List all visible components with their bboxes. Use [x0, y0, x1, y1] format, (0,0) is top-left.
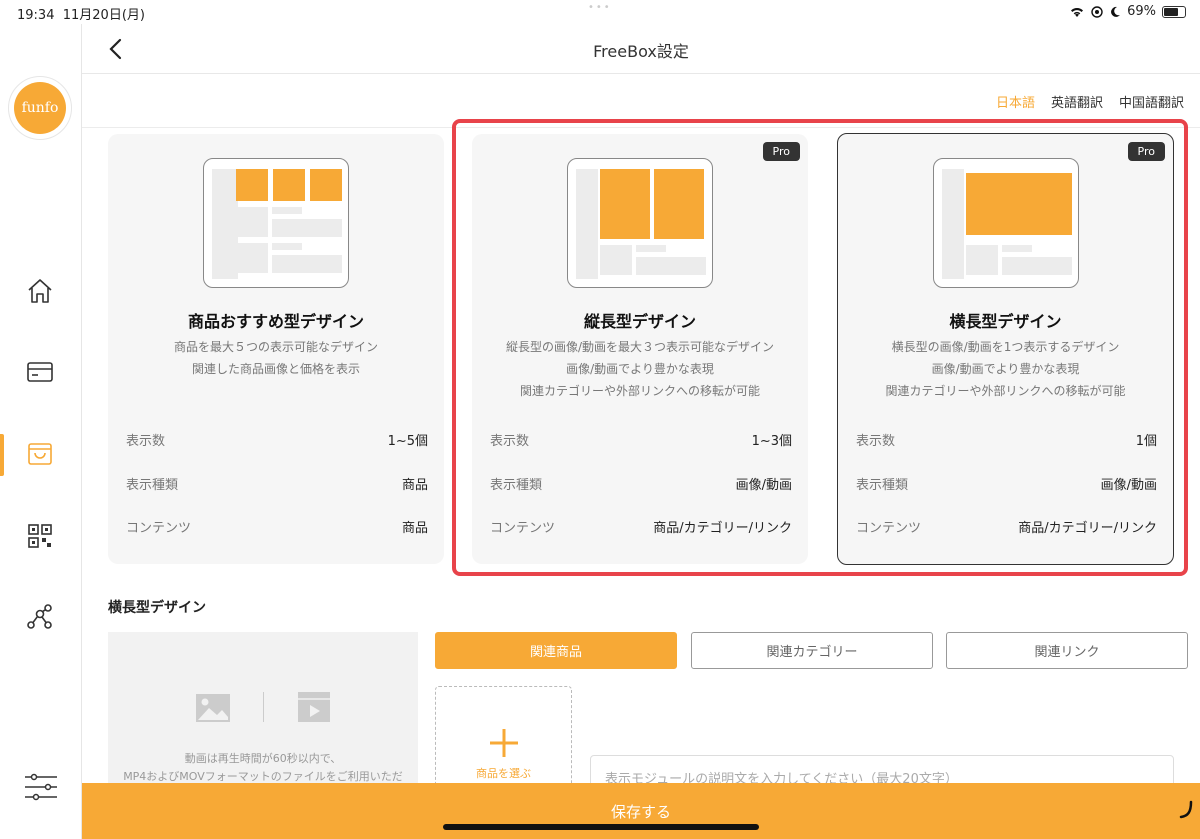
- image-icon: [196, 694, 230, 722]
- card-description: 商品を最大５つの表示可能なデザイン 関連した商品画像と価格を表示: [108, 336, 444, 380]
- card-title: 商品おすすめ型デザイン: [187, 312, 364, 331]
- card-icon: [27, 362, 53, 382]
- sidebar-item-qrcode[interactable]: [25, 521, 55, 551]
- home-icon: [28, 279, 52, 303]
- header: FreeBox設定: [82, 24, 1200, 74]
- video-icon: [298, 692, 330, 722]
- media-notes: 動画は再生時間が60秒以内で、 MP4およびMOVフォーマットのファイルをご利用…: [108, 750, 418, 786]
- corner-stylus-icon: [1179, 800, 1193, 819]
- sliders-icon: [25, 773, 57, 801]
- multitask-dots[interactable]: •••: [588, 2, 612, 13]
- sidebar-item-card[interactable]: [25, 357, 55, 387]
- spec-value: 商品: [401, 521, 428, 536]
- spec-key: 表示数: [126, 434, 166, 449]
- sidebar-item-settings[interactable]: [24, 772, 58, 802]
- sidebar-item-home[interactable]: [25, 276, 55, 306]
- media-divider: [263, 692, 264, 722]
- status-time-date: 19:34 11月20日(月): [17, 8, 145, 23]
- battery-level: [1164, 7, 1178, 16]
- save-button[interactable]: 保存する: [82, 783, 1200, 839]
- tab-japanese[interactable]: 日本語: [995, 92, 1035, 122]
- spec-row-type: 表示種類 商品: [126, 474, 428, 493]
- tab-chinese[interactable]: 中国語翻訳: [1119, 92, 1184, 111]
- spec-row-content: コンテンツ 商品: [126, 517, 428, 536]
- tab-related-categories[interactable]: 関連カテゴリー: [691, 632, 933, 669]
- media-upload-area[interactable]: 動画は再生時間が60秒以内で、 MP4およびMOVフォーマットのファイルをご利用…: [108, 632, 418, 787]
- card-desc-line: 商品を最大５つの表示可能なデザイン: [173, 340, 378, 354]
- select-product-button[interactable]: 商品を選ぶ: [435, 686, 572, 796]
- wifi-icon: [1071, 7, 1084, 17]
- section-title: 横長型デザイン: [108, 600, 206, 616]
- recommend-layout-illustration: [203, 158, 349, 288]
- spec-row-count: 表示数 1~5個: [126, 430, 428, 449]
- network-icon: [27, 604, 52, 629]
- battery-percent: 69%: [1127, 4, 1156, 19]
- sidebar-active-indicator: [0, 434, 4, 476]
- tab-english[interactable]: 英語翻訳: [1051, 92, 1103, 111]
- spec-key: 表示種類: [126, 478, 179, 493]
- design-card-recommend[interactable]: 商品おすすめ型デザイン 商品を最大５つの表示可能なデザイン 関連した商品画像と価…: [108, 134, 444, 564]
- plus-icon: [490, 729, 518, 757]
- moon-icon: [1111, 6, 1121, 17]
- location-icon: [1091, 5, 1103, 18]
- battery-icon: [1162, 5, 1186, 18]
- select-product-label: 商品を選ぶ: [476, 767, 531, 780]
- status-bar: 19:34 11月20日(月) ••• 69%: [0, 0, 1200, 24]
- tab-related-products[interactable]: 関連商品: [435, 632, 677, 669]
- media-note-line: 動画は再生時間が60秒以内で、: [184, 752, 342, 765]
- language-tabs: 日本語 英語翻訳 中国語翻訳: [995, 92, 1184, 122]
- shopping-bag-icon: [28, 443, 52, 465]
- spec-key: コンテンツ: [126, 521, 192, 536]
- sidebar-item-network[interactable]: [25, 602, 55, 632]
- highlight-frame: [452, 119, 1188, 576]
- home-indicator[interactable]: [443, 824, 759, 830]
- funfo-logo: funfo: [8, 76, 72, 140]
- spec-value: 1~5個: [387, 434, 428, 449]
- qrcode-icon: [28, 524, 52, 548]
- spec-value: 商品: [401, 478, 428, 493]
- card-desc-line: 関連した商品画像と価格を表示: [191, 362, 360, 376]
- sidebar-item-shop[interactable]: [25, 439, 55, 469]
- logo-text: funfo: [14, 82, 66, 134]
- sidebar: funfo: [0, 24, 82, 839]
- page-title: FreeBox設定: [593, 42, 689, 61]
- tab-related-links[interactable]: 関連リンク: [946, 632, 1188, 669]
